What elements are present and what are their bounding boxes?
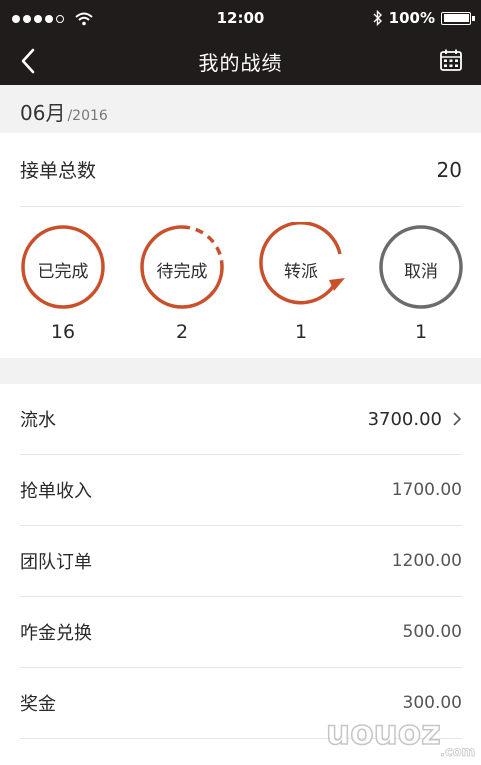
battery-icon <box>441 11 475 25</box>
row-value: 3700.00 <box>367 408 442 430</box>
row-value: 500.00 <box>402 622 462 642</box>
period-header: 06月 /2016 <box>0 85 481 133</box>
list-item: 奖金 300.00 <box>20 668 462 739</box>
total-orders-row: 接单总数 20 <box>20 133 462 207</box>
status-label: 已完成 <box>37 262 89 282</box>
status-label: 转派 <box>284 262 318 282</box>
year-label: /2016 <box>67 108 108 124</box>
page-title: 我的战绩 <box>198 51 283 75</box>
row-label: 流水 <box>20 410 56 431</box>
status-count: 1 <box>414 321 428 343</box>
row-label: 奖金 <box>20 694 56 715</box>
row-value: 300.00 <box>402 693 462 713</box>
row-label: 团队订单 <box>20 552 92 573</box>
nav-bar: 我的战绩 <box>0 36 481 85</box>
status-circles: 已完成 16 待完成 2 转派 1 取消 1 <box>0 222 481 352</box>
battery-percent: 100% <box>388 9 435 27</box>
row-value: 1200.00 <box>391 551 462 571</box>
total-orders-value: 20 <box>436 157 462 182</box>
bluetooth-icon <box>373 10 382 26</box>
status-reassigned[interactable]: 转派 1 <box>256 222 346 343</box>
total-orders-label: 接单总数 <box>20 160 97 182</box>
status-count: 2 <box>175 321 189 343</box>
section-divider <box>0 358 481 384</box>
top-bar: 12:00 100% 我的战绩 <box>0 0 481 85</box>
status-pending[interactable]: 待完成 2 <box>137 222 227 343</box>
status-label: 取消 <box>404 262 438 282</box>
row-label: 抢单收入 <box>20 481 92 502</box>
status-count: 16 <box>50 321 76 343</box>
status-completed[interactable]: 已完成 16 <box>18 222 108 343</box>
row-label: 咋金兑换 <box>20 623 92 644</box>
watermark-suffix: .com <box>440 745 475 760</box>
status-cancelled[interactable]: 取消 1 <box>376 222 466 343</box>
chevron-right-icon <box>453 412 462 426</box>
status-count: 1 <box>294 321 308 343</box>
month-label: 06月 <box>20 101 66 125</box>
list-item: 抢单收入 1700.00 <box>20 455 462 526</box>
list-item: 咋金兑换 500.00 <box>20 597 462 668</box>
row-value: 1700.00 <box>391 480 462 500</box>
status-bar: 12:00 100% <box>0 0 481 36</box>
status-label: 待完成 <box>156 262 208 282</box>
list-item-turnover[interactable]: 流水 3700.00 <box>20 384 462 455</box>
earnings-list: 流水 3700.00 抢单收入 1700.00 团队订单 1200.00 咋金兑… <box>20 384 462 739</box>
calendar-icon[interactable] <box>439 48 463 72</box>
list-item: 团队订单 1200.00 <box>20 526 462 597</box>
